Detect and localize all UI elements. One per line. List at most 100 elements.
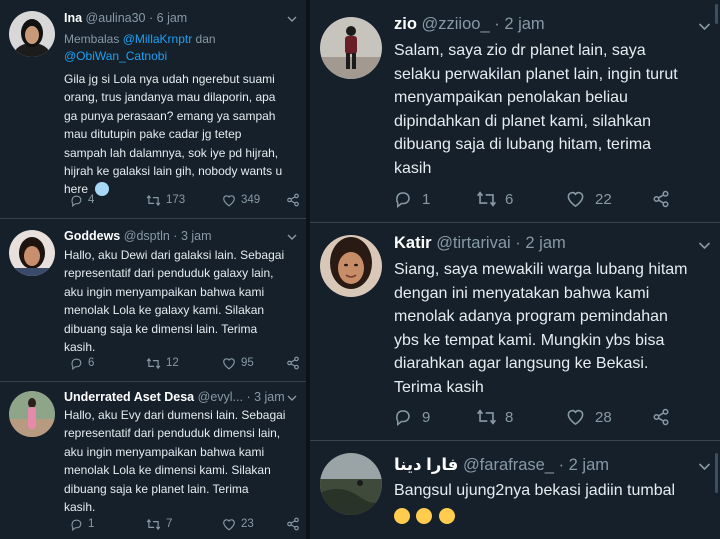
tweet-time[interactable]: 2 jam [569,456,609,474]
author-handle[interactable]: @tirtarivai [436,234,511,252]
like-count: 28 [595,408,612,426]
right-timeline: zio @zziioo_ · 2 jam Salam, saya zio dr … [310,0,720,539]
retweet-button[interactable]: 12 [146,357,222,370]
avatar-underrated-aset-desa[interactable] [9,391,55,437]
author-handle[interactable]: @dsptln [124,229,170,243]
like-button[interactable]: 28 [566,408,652,426]
heart-icon [223,194,235,206]
tweet-time[interactable]: 2 jam [525,234,565,252]
reply-button[interactable]: 9 [394,408,476,426]
reply-count: 4 [88,194,95,206]
chevron-down-icon[interactable] [698,22,711,31]
share-icon [287,356,299,370]
avatar-goddews[interactable] [9,230,55,276]
tweet-farafrase[interactable]: فارا دينا @farafrase_ · 2 jam Bangsul uj… [310,441,720,539]
tweet-text: Hallo, aku Dewi dari galaksi lain. Sebag… [64,248,285,355]
retweet-count: 6 [505,190,514,208]
retweet-count: 12 [166,357,179,369]
tweet-text: Hallo, aku Evy dari dumensi lain. Sebaga… [64,408,286,515]
heart-icon [223,518,235,530]
retweet-button[interactable]: 8 [476,408,566,426]
tweet-text: Gila jg si Lola nya udah ngerebut suami … [64,72,283,197]
retweet-icon [146,194,161,206]
tweet-text: Siang, saya mewakili warga lubang hitam … [394,261,688,396]
tweet-zio[interactable]: zio @zziioo_ · 2 jam Salam, saya zio dr … [310,0,720,222]
reply-context: Membalas @MillaKrnptr dan @ObiWan_Catnob… [64,32,216,63]
avatar-ina[interactable] [9,11,55,57]
tweet-time[interactable]: 3 jam [181,229,212,243]
author-handle[interactable]: @zziioo_ [422,15,490,33]
tweet-underrated-aset-desa[interactable]: Underrated Aset Desa @evyl... · 3 jam Ha… [0,382,306,539]
retweet-count: 7 [166,518,173,530]
heart-icon [567,409,584,426]
reply-button[interactable]: 6 [70,357,146,370]
like-button[interactable]: 22 [566,190,652,208]
chevron-down-icon[interactable] [287,15,297,23]
tweet-actions: 1 6 22 [394,190,670,208]
tweet-time[interactable]: 3 jam [254,390,285,404]
reply-button[interactable]: 1 [70,518,146,531]
reply-count: 6 [88,357,95,369]
share-icon [653,190,669,208]
author-handle[interactable]: @evyl... [198,390,243,404]
tweet-time[interactable]: 6 jam [157,11,188,25]
share-button[interactable] [286,193,300,207]
share-button[interactable] [286,517,300,531]
chevron-down-icon[interactable] [287,233,297,241]
mention-link[interactable]: @ObiWan_Catnobi [64,49,167,63]
share-button[interactable] [286,356,300,370]
tweet-actions: 1 7 23 [70,517,300,531]
reply-icon [71,195,82,207]
author-name[interactable]: Goddews [64,229,120,243]
scrollbar[interactable] [715,453,718,493]
share-button[interactable] [652,408,670,426]
author-handle[interactable]: @aulina30 [86,11,146,25]
heart-icon [223,357,235,369]
reply-count: 1 [88,518,95,530]
like-count: 23 [241,518,254,530]
like-button[interactable]: 95 [222,357,286,370]
tweet-katir[interactable]: Katir @tirtarivai · 2 jam Siang, saya me… [310,223,720,440]
avatar-zio[interactable] [320,17,382,79]
author-name[interactable]: Ina [64,11,82,25]
like-count: 95 [241,357,254,369]
author-name[interactable]: فارا دينا [394,456,458,474]
like-count: 22 [595,190,612,208]
reply-button[interactable]: 1 [394,190,476,208]
like-button[interactable]: 349 [222,194,286,207]
reply-count: 9 [422,408,431,426]
tweet-goddews[interactable]: Goddews @dsptln · 3 jam Hallo, aku Dewi … [0,219,306,381]
retweet-count: 8 [505,408,514,426]
share-icon [653,408,669,426]
retweet-icon [146,518,161,530]
author-handle[interactable]: @farafrase_ [463,456,554,474]
tweet-ina[interactable]: Ina @aulina30 · 6 jam Membalas @MillaKrn… [0,0,306,218]
chevron-down-icon[interactable] [698,241,711,250]
left-timeline: Ina @aulina30 · 6 jam Membalas @MillaKrn… [0,0,306,539]
author-name[interactable]: Underrated Aset Desa [64,390,194,404]
author-name[interactable]: zio [394,15,417,33]
retweet-icon [476,409,497,425]
retweet-icon [146,357,161,369]
mention-link[interactable]: @MillaKrnptr [123,32,193,46]
heart-icon [567,191,584,208]
tweet-text: Salam, saya zio dr planet lain, saya sel… [394,42,678,177]
retweet-icon [476,191,497,207]
reply-button[interactable]: 4 [70,194,146,207]
chevron-down-icon[interactable] [287,394,297,402]
chevron-down-icon[interactable] [698,462,711,471]
like-button[interactable]: 23 [222,518,286,531]
tired-face-emoji [416,507,433,524]
tired-face-emoji [394,507,410,524]
retweet-button[interactable]: 7 [146,518,222,531]
like-count: 349 [241,194,261,206]
tweet-time[interactable]: 2 jam [504,15,544,33]
avatar-farafrase[interactable] [320,453,382,515]
author-name[interactable]: Katir [394,234,432,252]
share-button[interactable] [652,190,670,208]
avatar-katir[interactable] [320,235,382,297]
retweet-button[interactable]: 173 [146,194,222,207]
retweet-button[interactable]: 6 [476,190,566,208]
reply-count: 1 [422,190,431,208]
reply-icon [71,519,82,531]
